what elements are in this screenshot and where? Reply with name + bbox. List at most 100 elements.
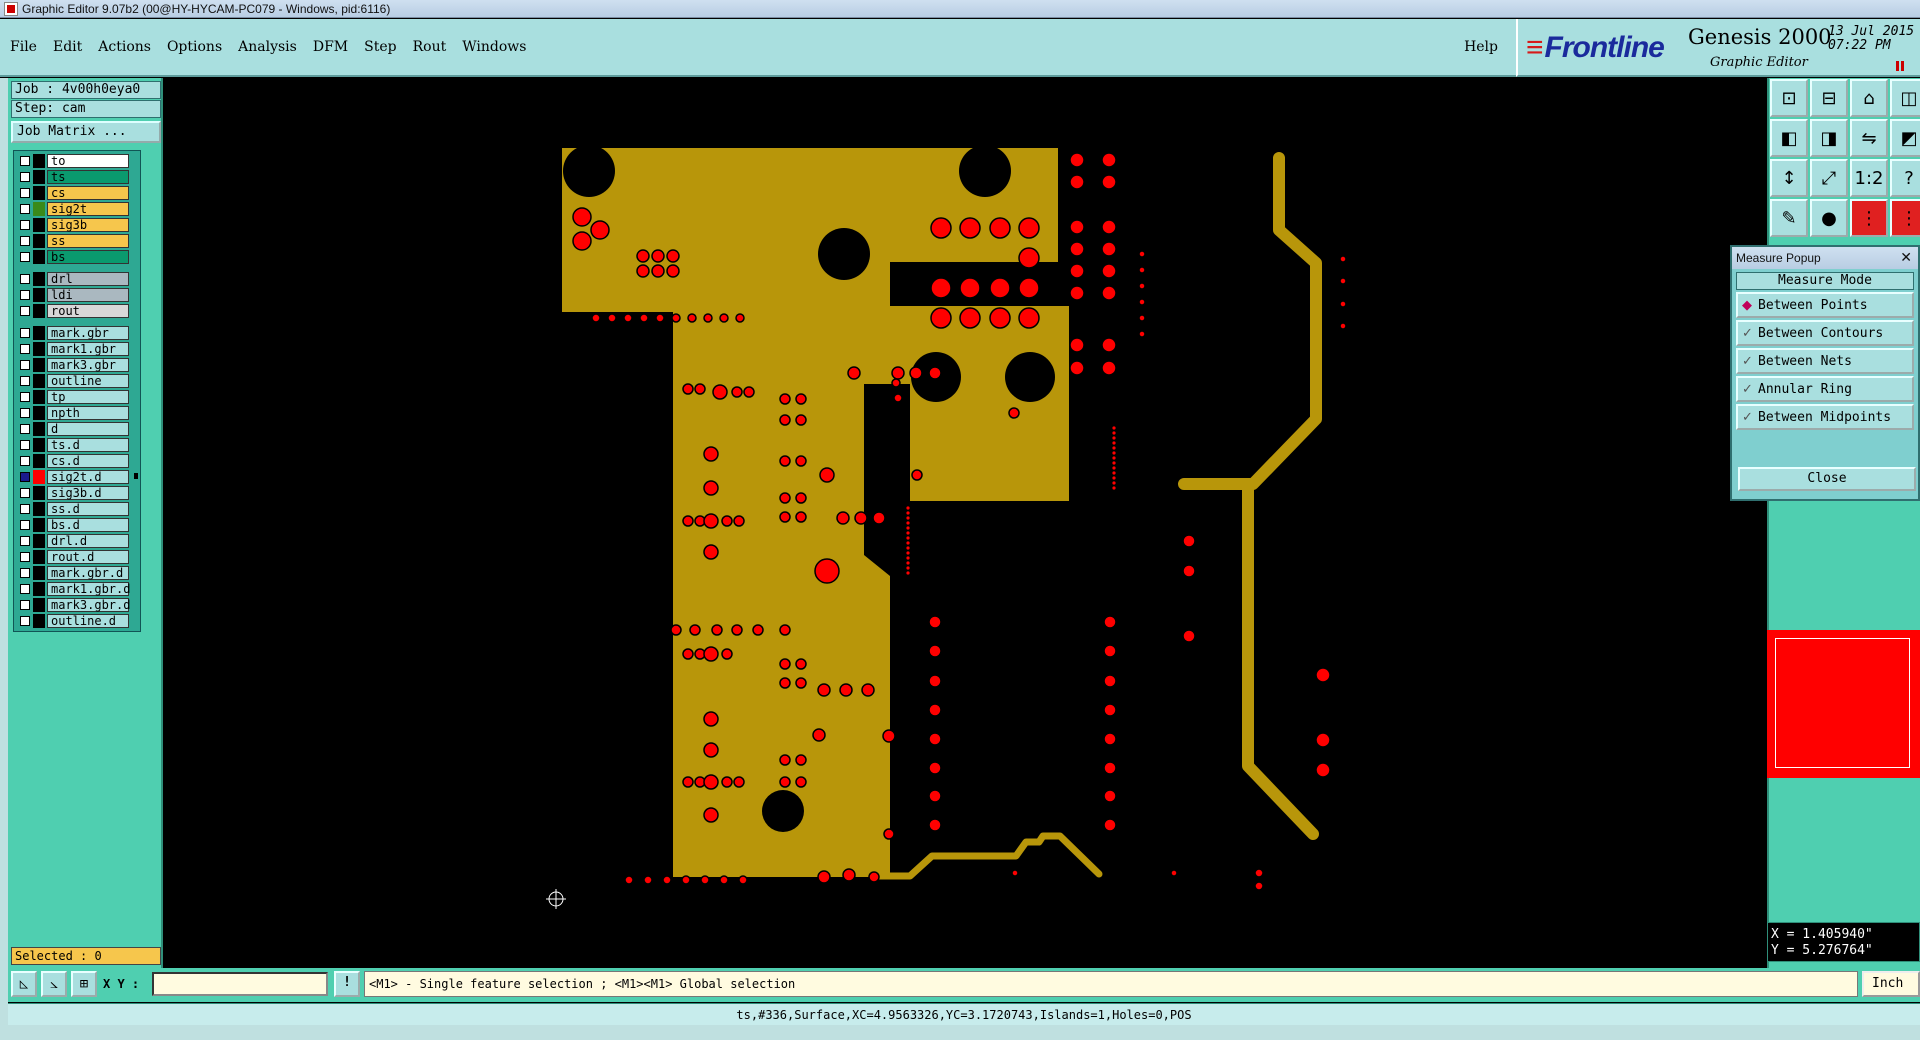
layer-color-swatch[interactable] <box>33 390 45 404</box>
grid-icon[interactable]: ⊞ <box>71 971 97 997</box>
layer-checkbox[interactable] <box>20 504 30 514</box>
layer-name[interactable]: bs <box>47 250 129 264</box>
layer-color-swatch[interactable] <box>33 406 45 420</box>
layer-checkbox[interactable] <box>20 360 30 370</box>
layer-row[interactable]: sig2t <box>14 201 140 217</box>
job-matrix-button[interactable]: Job Matrix ... <box>11 121 161 143</box>
drill-pin-icon[interactable]: ● <box>1810 199 1848 237</box>
scale-1-2-icon[interactable]: 1:2 <box>1850 159 1888 197</box>
layer-name[interactable]: mark.gbr <box>47 326 129 340</box>
window-split-icon[interactable]: ◫ <box>1890 79 1920 117</box>
menu-rout[interactable]: Rout <box>413 39 447 55</box>
layer-row[interactable]: mark.gbr.d <box>14 565 140 581</box>
layer-color-swatch[interactable] <box>33 582 45 596</box>
layer-checkbox[interactable] <box>20 220 30 230</box>
layer-color-swatch[interactable] <box>33 250 45 264</box>
select-mode-icon[interactable]: ◺ <box>11 971 37 997</box>
menu-dfm[interactable]: DFM <box>313 39 348 55</box>
layer-row[interactable]: mark.gbr <box>14 325 140 341</box>
layer-name[interactable]: sig2t <box>47 202 129 216</box>
alert-icon[interactable]: ! <box>334 971 360 997</box>
layer-name[interactable]: mark3.gbr.d <box>47 598 130 612</box>
layer-row[interactable]: mark3.gbr.d <box>14 597 140 613</box>
layer-color-swatch[interactable] <box>33 534 45 548</box>
layer-name[interactable]: d <box>47 422 129 436</box>
layer-color-swatch[interactable] <box>33 272 45 286</box>
layer-checkbox[interactable] <box>20 440 30 450</box>
layer-row[interactable]: tp <box>14 389 140 405</box>
layer-checkbox[interactable] <box>20 536 30 546</box>
menu-actions[interactable]: Actions <box>98 39 151 55</box>
home-icon[interactable]: ⌂ <box>1850 79 1888 117</box>
close-icon[interactable]: ✕ <box>1900 249 1912 266</box>
menu-edit[interactable]: Edit <box>53 39 82 55</box>
layer-checkbox[interactable] <box>20 172 30 182</box>
layer-checkbox[interactable] <box>20 328 30 338</box>
layer-checkbox[interactable] <box>20 274 30 284</box>
layer-name[interactable]: ss.d <box>47 502 129 516</box>
unit-selector[interactable]: Inch ▭ <box>1862 971 1920 1013</box>
layer-row[interactable]: d <box>14 421 140 437</box>
layer-color-swatch[interactable] <box>33 550 45 564</box>
layer-checkbox[interactable] <box>20 188 30 198</box>
layer-row[interactable]: ts <box>14 169 140 185</box>
layer-row[interactable]: mark3.gbr <box>14 357 140 373</box>
layer-name[interactable]: drl.d <box>47 534 129 548</box>
layer-checkbox[interactable] <box>20 616 30 626</box>
net-highlight-2-icon[interactable]: ⋮ <box>1890 199 1920 237</box>
menu-help[interactable]: Help <box>1464 39 1498 55</box>
layer-checkbox[interactable] <box>20 344 30 354</box>
layer-name[interactable]: npth <box>47 406 129 420</box>
layer-color-swatch[interactable] <box>33 288 45 302</box>
layer-name[interactable]: tp <box>47 390 129 404</box>
layer-checkbox[interactable] <box>20 552 30 562</box>
menu-options[interactable]: Options <box>167 39 222 55</box>
layer-checkbox[interactable] <box>20 236 30 246</box>
layer-row[interactable]: bs.d <box>14 517 140 533</box>
option-between-nets[interactable]: ✓ Between Nets <box>1736 348 1914 374</box>
layer-checkbox[interactable] <box>20 520 30 530</box>
layer-row[interactable]: ldi <box>14 287 140 303</box>
measure-close-button[interactable]: Close <box>1738 467 1916 491</box>
layer-checkbox[interactable] <box>20 456 30 466</box>
fit-vertical-icon[interactable]: ↕ <box>1770 159 1808 197</box>
layer-name[interactable]: mark1.gbr.d <box>47 582 130 596</box>
help-query-icon[interactable]: ? <box>1890 159 1920 197</box>
layer-color-swatch[interactable] <box>33 566 45 580</box>
layer-row[interactable]: cs <box>14 185 140 201</box>
layer-row[interactable]: outline.d <box>14 613 140 629</box>
layer-name[interactable]: ldi <box>47 288 129 302</box>
menu-windows[interactable]: Windows <box>462 39 526 55</box>
layer-color-swatch[interactable] <box>33 202 45 216</box>
layer-color-swatch[interactable] <box>33 342 45 356</box>
layer-color-swatch[interactable] <box>33 326 45 340</box>
option-annular-ring[interactable]: ✓ Annular Ring <box>1736 376 1914 402</box>
layer-color-swatch[interactable] <box>33 598 45 612</box>
layer-name[interactable]: bs.d <box>47 518 129 532</box>
toggle-icon[interactable]: ⇋ <box>1850 119 1888 157</box>
zoom-out-box-icon[interactable]: ⊟ <box>1810 79 1848 117</box>
layer-name[interactable]: sig3b <box>47 218 129 232</box>
layer-name[interactable]: to <box>47 154 129 168</box>
layer-color-swatch[interactable] <box>33 358 45 372</box>
layer-checkbox[interactable] <box>20 424 30 434</box>
measure-tool-icon[interactable]: ⦣ <box>41 971 67 997</box>
layer-color-swatch[interactable] <box>33 422 45 436</box>
layer-row[interactable]: cs.d <box>14 453 140 469</box>
layer-color-swatch[interactable] <box>33 186 45 200</box>
layer-checkbox[interactable] <box>20 600 30 610</box>
option-between-contours[interactable]: ✓ Between Contours <box>1736 320 1914 346</box>
layer-row[interactable]: outline <box>14 373 140 389</box>
layer-row[interactable]: drl.d <box>14 533 140 549</box>
layer-row[interactable]: ts.d <box>14 437 140 453</box>
layer-row[interactable]: sig2t.d <box>14 469 140 485</box>
pcb-layer-view[interactable] <box>163 78 1767 968</box>
layer-checkbox[interactable] <box>20 392 30 402</box>
layer-row[interactable]: rout.d <box>14 549 140 565</box>
layer-checkbox[interactable] <box>20 156 30 166</box>
menu-step[interactable]: Step <box>364 39 396 55</box>
layer-color-swatch[interactable] <box>33 470 45 484</box>
layer-name[interactable]: rout.d <box>47 550 129 564</box>
overview-map[interactable] <box>1767 630 1920 778</box>
pause-icon[interactable] <box>1896 61 1906 71</box>
